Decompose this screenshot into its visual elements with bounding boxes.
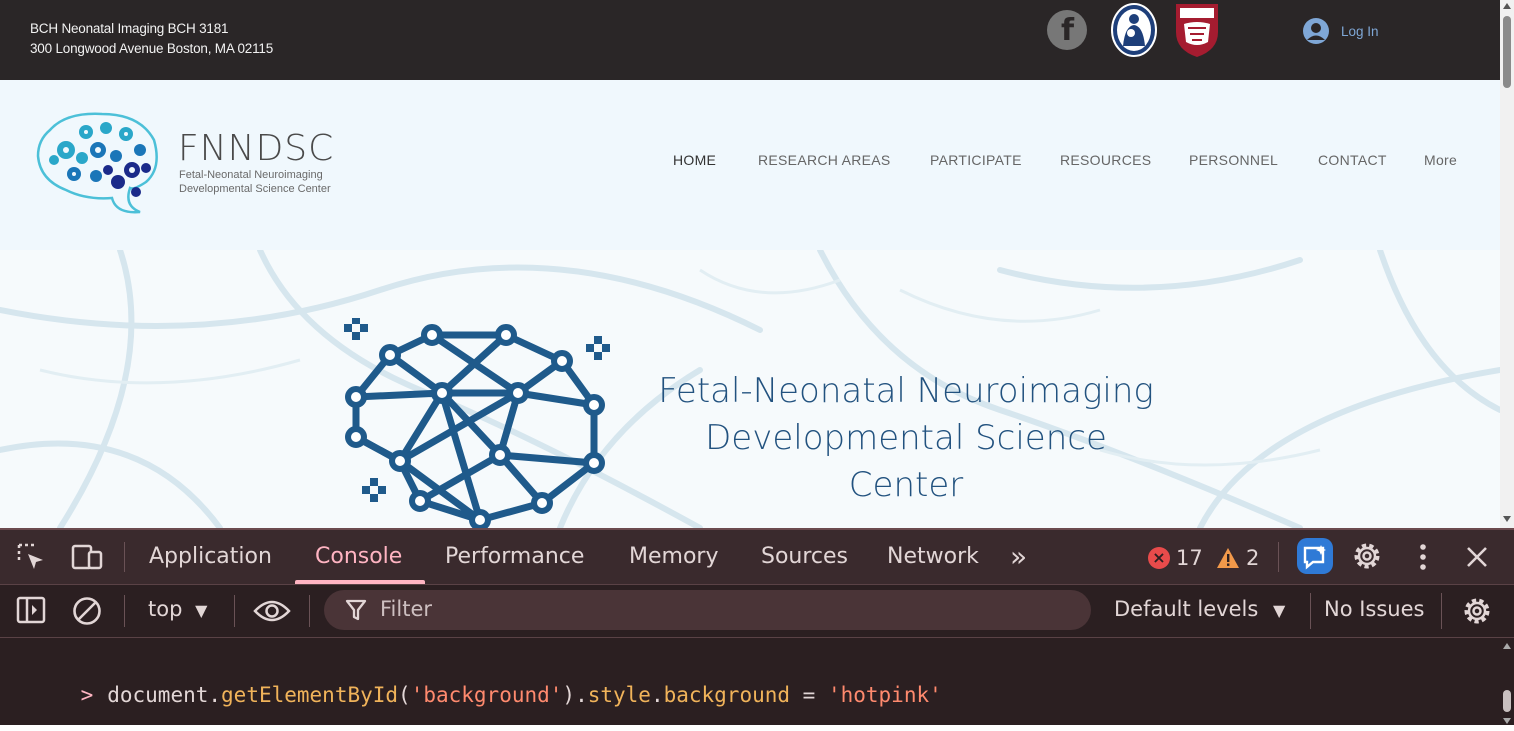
code-token: background xyxy=(663,683,791,707)
tab-sources[interactable]: Sources xyxy=(761,544,848,569)
code-token: getElementById xyxy=(221,683,399,707)
context-selector[interactable]: top ▼ xyxy=(148,597,207,621)
address-line-1: BCH Neonatal Imaging BCH 3181 xyxy=(30,21,229,36)
top-bar: BCH Neonatal Imaging BCH 3181 300 Longwo… xyxy=(0,0,1500,80)
scroll-down-arrow-icon[interactable] xyxy=(1503,516,1511,522)
nav-contact[interactable]: CONTACT xyxy=(1318,152,1387,168)
console-prompt-icon: > xyxy=(80,683,94,707)
tab-performance[interactable]: Performance xyxy=(445,544,584,569)
filter-placeholder: Filter xyxy=(380,597,433,621)
warning-count-badge[interactable]: 2 xyxy=(1216,546,1259,570)
filter-input[interactable] xyxy=(324,590,1091,630)
dropdown-icon: ▼ xyxy=(1272,601,1286,620)
eye-icon[interactable] xyxy=(253,597,291,625)
console-scrollbar[interactable] xyxy=(1500,638,1514,725)
harvard-shield-icon[interactable] xyxy=(1174,2,1220,58)
nav-personnel[interactable]: PERSONNEL xyxy=(1189,152,1278,168)
address-line-2: 300 Longwood Avenue Boston, MA 02115 xyxy=(30,41,274,56)
nav-research-areas[interactable]: RESEARCH AREAS xyxy=(758,152,891,168)
error-count-badge[interactable]: × 17 xyxy=(1148,546,1203,570)
page-scrollbar[interactable] xyxy=(1500,0,1514,528)
code-token: document. xyxy=(107,683,222,707)
scroll-up-arrow-icon[interactable] xyxy=(1503,3,1511,9)
login-button[interactable]: Log In xyxy=(1303,16,1379,46)
devtools-panel: Application Console Performance Memory S… xyxy=(0,528,1514,725)
warning-icon xyxy=(1217,548,1239,568)
code-token: ). xyxy=(562,683,588,707)
nav-more[interactable]: More xyxy=(1424,152,1457,168)
active-tab-indicator xyxy=(295,580,425,584)
facebook-icon[interactable]: f xyxy=(1047,10,1087,50)
console-settings-icon[interactable] xyxy=(1461,595,1493,627)
site-header: FNNDSC Fetal-Neonatal Neuroimaging Devel… xyxy=(0,80,1500,250)
hero-title: Fetal-Neonatal Neuroimaging Developmenta… xyxy=(646,368,1166,509)
inspect-element-icon[interactable] xyxy=(16,542,46,572)
nav-participate[interactable]: PARTICIPATE xyxy=(930,152,1022,168)
scroll-down-arrow-icon[interactable] xyxy=(1503,718,1511,724)
user-avatar-icon xyxy=(1303,18,1329,44)
hero-title-line-1: Fetal-Neonatal Neuroimaging xyxy=(658,371,1154,411)
code-token: 'hotpink' xyxy=(827,683,942,707)
brand-title[interactable]: FNNDSC xyxy=(178,128,334,169)
code-token: = xyxy=(790,683,828,707)
code-token: ( xyxy=(398,683,411,707)
code-token: style xyxy=(587,683,651,707)
scrollbar-thumb[interactable] xyxy=(1503,690,1511,712)
device-toolbar-icon[interactable] xyxy=(71,542,105,572)
tab-memory[interactable]: Memory xyxy=(629,544,718,569)
scrollbar-thumb[interactable] xyxy=(1503,16,1511,88)
brand-subtitle: Fetal-Neonatal Neuroimaging Developmenta… xyxy=(179,168,331,196)
neural-network-logo-icon xyxy=(344,318,610,528)
more-tabs-icon[interactable]: » xyxy=(1010,540,1027,573)
console-input-line[interactable]: > document.getElementById('background').s… xyxy=(30,659,942,731)
separator xyxy=(1310,593,1311,629)
nav-home[interactable]: HOME xyxy=(673,152,716,168)
brand-subtitle-line-1: Fetal-Neonatal Neuroimaging xyxy=(179,169,323,181)
close-icon[interactable] xyxy=(1464,544,1490,570)
log-levels-dropdown[interactable]: Default levels ▼ xyxy=(1114,597,1285,621)
tab-console[interactable]: Console xyxy=(315,544,402,569)
tab-application[interactable]: Application xyxy=(149,544,272,569)
sidebar-toggle-icon[interactable] xyxy=(16,595,46,625)
scroll-up-arrow-icon[interactable] xyxy=(1503,643,1511,649)
tab-network[interactable]: Network xyxy=(887,544,979,569)
console-toolbar: top ▼ Filter Default levels ▼ No Issues xyxy=(0,585,1514,638)
login-label: Log In xyxy=(1341,23,1379,39)
address-block: BCH Neonatal Imaging BCH 3181 300 Longwo… xyxy=(30,19,273,59)
kebab-menu-icon[interactable] xyxy=(1413,542,1433,572)
dropdown-icon: ▼ xyxy=(195,601,208,620)
separator xyxy=(1278,542,1279,572)
separator xyxy=(1441,593,1442,629)
filter-icon xyxy=(345,599,367,621)
separator xyxy=(124,595,125,627)
ai-assistant-icon[interactable] xyxy=(1295,536,1335,576)
nav-resources[interactable]: RESOURCES xyxy=(1060,152,1151,168)
separator xyxy=(234,595,235,627)
separator xyxy=(124,542,125,572)
separator xyxy=(309,595,310,627)
log-levels-label: Default levels xyxy=(1114,597,1259,621)
issues-button[interactable]: No Issues xyxy=(1324,597,1424,621)
error-count: 17 xyxy=(1176,546,1203,570)
brand-subtitle-line-2: Developmental Science Center xyxy=(179,183,331,195)
error-icon: × xyxy=(1148,547,1170,569)
code-token: . xyxy=(650,683,664,707)
context-label: top xyxy=(148,597,183,621)
code-token: 'background' xyxy=(410,683,563,707)
bch-logo-icon[interactable] xyxy=(1111,2,1157,57)
clear-console-icon[interactable] xyxy=(71,595,103,627)
hero-section: Fetal-Neonatal Neuroimaging Developmenta… xyxy=(0,250,1500,528)
warning-count: 2 xyxy=(1246,546,1260,570)
devtools-tab-bar: Application Console Performance Memory S… xyxy=(0,530,1514,585)
hero-title-line-2: Developmental Science Center xyxy=(705,418,1107,505)
brain-logo-icon[interactable] xyxy=(36,110,162,214)
settings-icon[interactable] xyxy=(1351,540,1383,572)
